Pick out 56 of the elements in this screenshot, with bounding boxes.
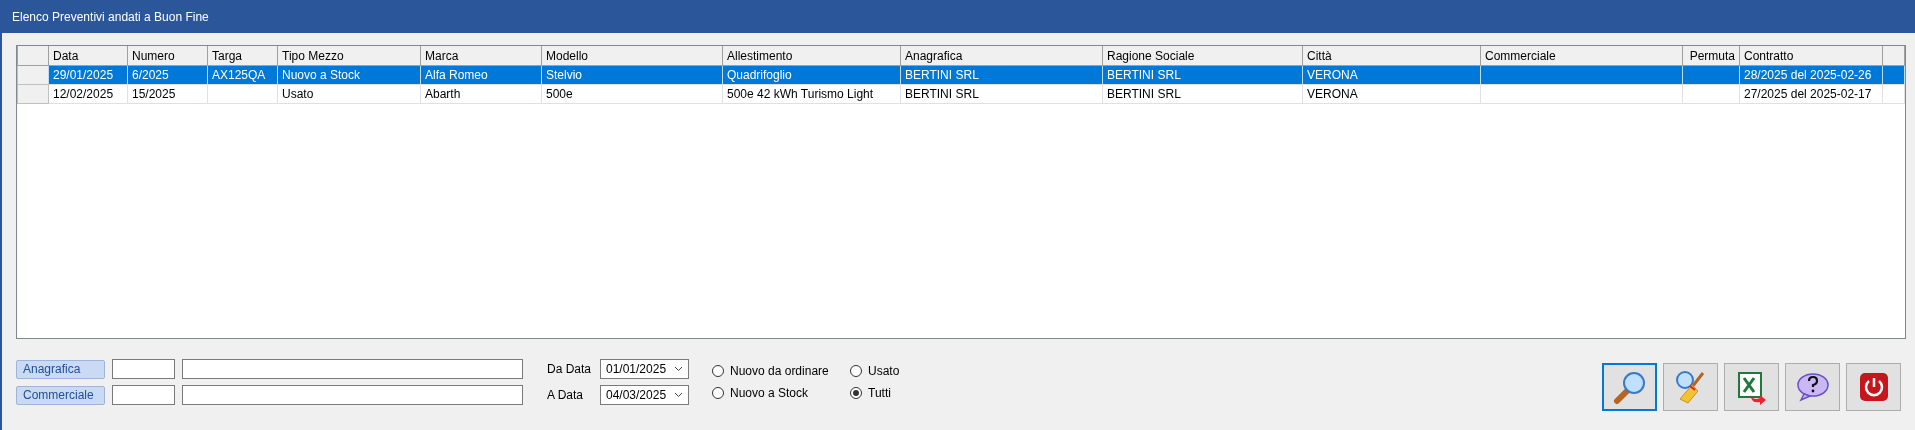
radio-option[interactable]: Tutti bbox=[850, 386, 900, 400]
table-cell: 27/2025 del 2025-02-17 bbox=[1739, 84, 1883, 104]
filter-label-button[interactable]: Anagrafica bbox=[16, 359, 105, 379]
name-field[interactable] bbox=[182, 359, 523, 379]
table-cell: 15/2025 bbox=[127, 84, 208, 104]
table-row[interactable]: 12/02/2025 15/2025 Usato Abarth 500e 500e 42 kWh Turismo Light BERTINI SRL BERTINI SRL VERONA 27/2025 del 2025-02-17 bbox=[17, 84, 1905, 104]
table-cell: 12/02/2025 bbox=[48, 84, 128, 104]
column-header[interactable]: Allestimento bbox=[722, 46, 901, 66]
table-row[interactable]: 29/01/2025 6/2025 AX125QA Nuovo a Stock Alfa Romeo Stelvio Quadrifoglio BERTINI SRL BERTINI SRL VERONA 28/2025 del 2025-02-26 bbox=[17, 65, 1905, 85]
table-cell: BERTINI SRL bbox=[900, 84, 1103, 104]
table-cell: BERTINI SRL bbox=[1102, 84, 1303, 104]
radio-button[interactable] bbox=[712, 365, 724, 377]
table-cell: 500e 42 kWh Turismo Light bbox=[722, 84, 901, 104]
radio-option[interactable]: Nuovo da ordinare bbox=[712, 364, 850, 378]
code-field[interactable] bbox=[112, 385, 175, 405]
date-picker[interactable]: 04/03/2025 bbox=[600, 385, 689, 405]
name-field[interactable] bbox=[182, 385, 523, 405]
magnifier-icon bbox=[1611, 369, 1648, 405]
corner-header bbox=[17, 46, 49, 66]
column-header[interactable]: Marca bbox=[420, 46, 542, 66]
code-field[interactable] bbox=[112, 359, 175, 379]
column-header[interactable]: Ragione Sociale bbox=[1102, 46, 1303, 66]
table-cell bbox=[207, 84, 278, 104]
chevron-down-icon bbox=[674, 392, 683, 398]
column-header[interactable]: Commerciale bbox=[1480, 46, 1683, 66]
excel-export-button[interactable] bbox=[1724, 363, 1779, 411]
help-button[interactable] bbox=[1785, 363, 1840, 411]
table-cell: Usato bbox=[277, 84, 421, 104]
radio-option[interactable]: Usato bbox=[850, 364, 900, 378]
column-header[interactable]: Targa bbox=[207, 46, 278, 66]
table-cell: VERONA bbox=[1302, 84, 1481, 104]
column-header[interactable]: Città bbox=[1302, 46, 1481, 66]
column-header[interactable]: Anagrafica bbox=[900, 46, 1103, 66]
date-label: Da Data bbox=[547, 362, 593, 376]
column-header[interactable]: Contratto bbox=[1739, 46, 1883, 66]
date-picker[interactable]: 01/01/2025 bbox=[600, 359, 689, 379]
search-button[interactable] bbox=[1602, 363, 1657, 411]
clear-button[interactable] bbox=[1663, 363, 1718, 411]
radio-button[interactable] bbox=[712, 387, 724, 399]
column-header[interactable]: Modello bbox=[541, 46, 723, 66]
date-label: A Data bbox=[547, 388, 585, 402]
window-title: Elenco Preventivi andati a Buon Fine bbox=[12, 9, 209, 24]
column-header[interactable]: Permuta bbox=[1682, 46, 1740, 66]
filter-label-button[interactable]: Commerciale bbox=[16, 385, 105, 405]
column-header[interactable]: Numero bbox=[127, 46, 208, 66]
exit-button[interactable] bbox=[1846, 363, 1901, 411]
chevron-down-icon bbox=[674, 366, 683, 372]
radio-button[interactable] bbox=[850, 365, 862, 377]
radio-button[interactable] bbox=[850, 387, 862, 399]
column-header[interactable]: Tipo Mezzo bbox=[277, 46, 421, 66]
column-header[interactable]: Data bbox=[48, 46, 128, 66]
column-header bbox=[1882, 46, 1905, 66]
radio-option[interactable]: Nuovo a Stock bbox=[712, 386, 850, 400]
table-cell: 500e bbox=[541, 84, 723, 104]
table-cell: Abarth bbox=[420, 84, 542, 104]
table-cell bbox=[1682, 84, 1740, 104]
